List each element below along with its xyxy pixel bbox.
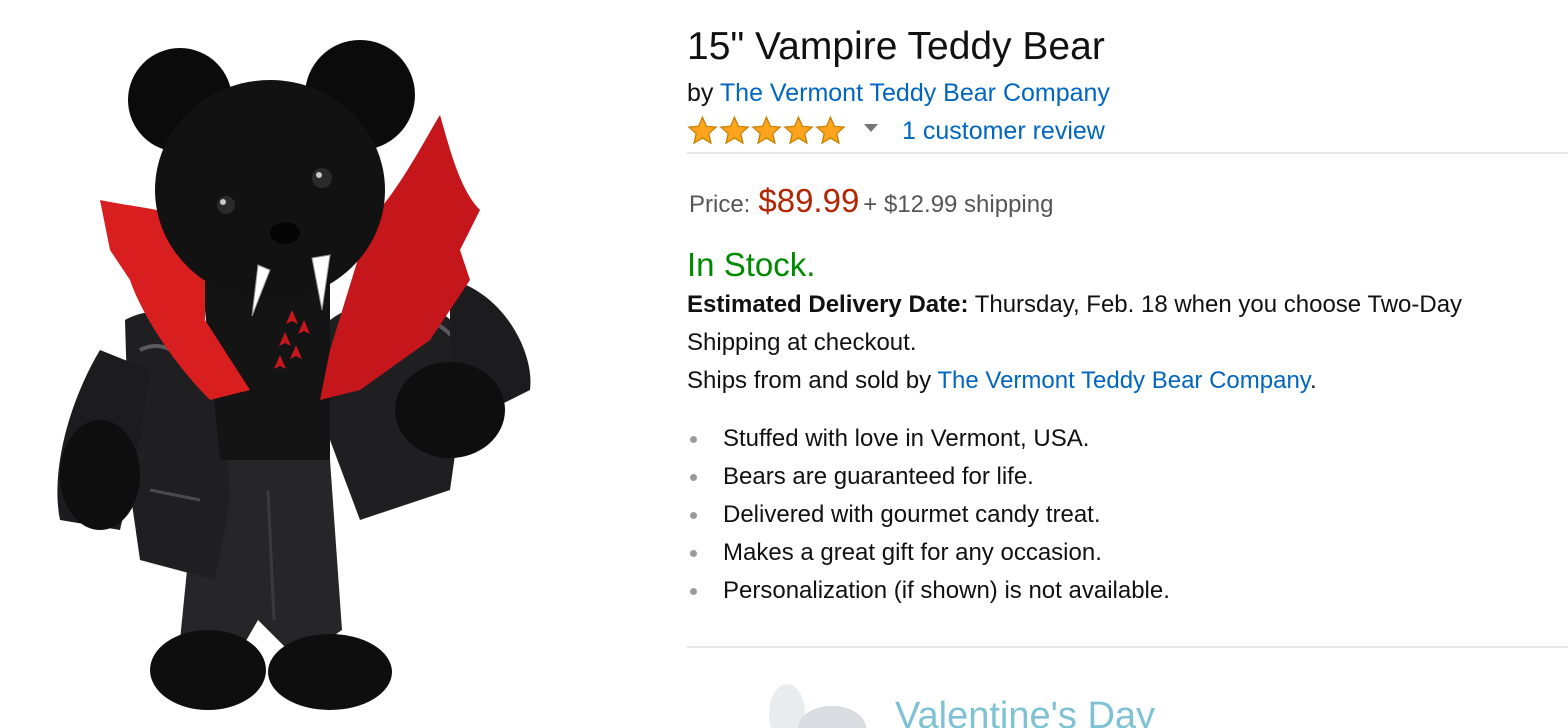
customer-review-link[interactable]: 1 customer review [902,116,1105,146]
product-info: 15" Vampire Teddy Bear by The Vermont Te… [687,0,1568,728]
product-detail-page: 15" Vampire Teddy Bear by The Vermont Te… [0,0,1568,728]
price-value: $89.99 [758,182,860,219]
ships-from-prefix: Ships from and sold by [687,367,932,394]
brand-link[interactable]: The Vermont Teddy Bear Company [720,79,1110,107]
delivery-label: Estimated Delivery Date: [687,291,969,318]
feature-bullet: Stuffed with love in Vermont, USA. [687,420,1170,458]
byline: by The Vermont Teddy Bear Company [687,78,1110,108]
feature-bullet: Bears are guaranteed for life. [687,458,1170,496]
star-icon [815,116,846,145]
feature-text: Stuffed with love in Vermont, USA. [723,425,1090,452]
feature-bullet: Delivered with gourmet candy treat. [687,496,1170,534]
bullet-dot-icon [690,588,697,595]
product-image[interactable] [30,20,550,728]
promo-text: Valentine's Day [895,695,1156,728]
feature-bullets: Stuffed with love in Vermont, USA. Bears… [687,420,1170,610]
divider [687,152,1568,154]
bullet-dot-icon [690,550,697,557]
product-title: 15" Vampire Teddy Bear [687,25,1105,68]
star-rating[interactable] [687,116,847,145]
valentines-promo-banner[interactable]: Valentine's Day [747,684,1347,728]
star-icon [783,116,814,145]
delivery-info: Estimated Delivery Date: Thursday, Feb. … [687,286,1557,400]
star-icon [751,116,782,145]
bullet-dot-icon [690,474,697,481]
seller-link[interactable]: The Vermont Teddy Bear Company [937,367,1310,394]
availability-status: In Stock. [687,246,816,283]
price-label: Price: [689,191,751,218]
feature-text: Makes a great gift for any occasion. [723,539,1102,566]
star-icon [719,116,750,145]
star-icon [687,116,718,145]
bullet-dot-icon [690,436,697,443]
bullet-dot-icon [690,512,697,519]
chevron-down-icon[interactable] [864,124,878,132]
shipping-cost: + $12.99 shipping [863,191,1054,218]
feature-text: Bears are guaranteed for life. [723,463,1034,490]
bunny-icon [769,684,866,728]
feature-text: Personalization (if shown) is not availa… [723,577,1170,604]
feature-bullet: Makes a great gift for any occasion. [687,534,1170,572]
feature-text: Delivered with gourmet candy treat. [723,501,1101,528]
vampire-teddy-bear-illustration [57,40,531,710]
by-label: by [687,79,714,107]
price-row: Price: $89.99 + $12.99 shipping [689,184,1053,225]
divider [687,646,1568,648]
rating-row: 1 customer review [687,114,1568,148]
ships-from-suffix: . [1310,367,1317,394]
feature-bullet: Personalization (if shown) is not availa… [687,572,1170,610]
